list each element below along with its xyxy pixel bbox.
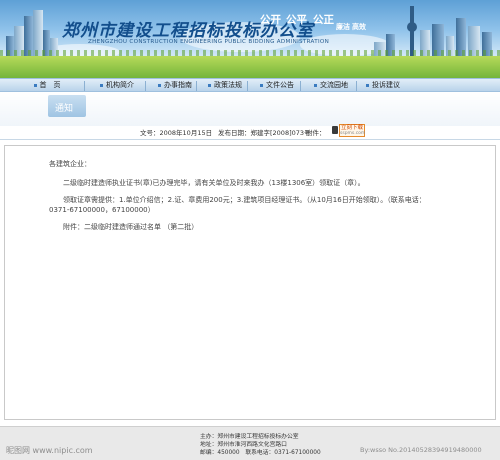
file-icon [332, 126, 338, 134]
slogan-text: 廉洁 [336, 22, 350, 31]
bullet-icon [260, 83, 263, 87]
watermark-right: By:wsso No.20140528394919480000 [360, 446, 482, 454]
site-subtitle: ZHENGZHOU CONSTRUCTION ENGINEERING PUBLI… [88, 39, 330, 45]
nav-divider [356, 81, 357, 91]
slogan-text: 公开 [260, 14, 281, 26]
notice-content: 各建筑企业： 二级临时建造师执业证书(章)已办理完毕，请有关单位及时来我办（13… [4, 145, 496, 420]
nav-divider [247, 81, 248, 91]
grass-decoration [0, 56, 500, 78]
nav-item-forum[interactable]: 交流园地 [306, 80, 356, 91]
tv-tower-illustration [407, 22, 417, 32]
nav-divider [84, 81, 85, 91]
notice-paragraph: 领取证章需提供：1.单位介绍信；2.证、章费用200元；3.建筑项目经理证书。（… [63, 196, 426, 204]
nav-divider [300, 81, 301, 91]
notice-attachment-link[interactable]: 附件：二级临时建造师通过名单 （第二批） [63, 222, 198, 232]
nav-divider [196, 81, 197, 91]
notice-paragraph: 0371-67100000，67100000） [49, 206, 155, 214]
nav-item-label: 首 页 [39, 81, 61, 89]
nav-item-announcements[interactable]: 文件公告 [252, 80, 302, 91]
nav-item-label: 机构简介 [106, 81, 134, 89]
nav-item-complaints[interactable]: 投诉建议 [358, 80, 408, 91]
footer-contact: 邮编：450000 联系电话：0371-67100000 [200, 450, 321, 456]
watermark-left: 昵图网 www.nipic.com [6, 446, 93, 455]
attachment-label: 附件： [306, 129, 326, 137]
nav-item-label: 政策法规 [214, 81, 242, 89]
section-title: 通知 [55, 104, 74, 114]
slogan-text: 公正 [313, 14, 334, 26]
notice-paragraph: 二级临时建造师执业证书(章)已办理完毕，请有关单位及时来我办（13楼1306室）… [63, 179, 365, 187]
bullet-icon [314, 83, 317, 87]
download-url: sspms.com [340, 131, 366, 136]
nav-divider [145, 81, 146, 91]
divider [0, 139, 500, 140]
doc-number: 文号：2008年10月15日 [140, 129, 213, 137]
bullet-icon [366, 83, 369, 87]
nav-item-policy[interactable]: 政策法规 [200, 80, 250, 91]
header-banner: 郑州市建设工程招标投标办公室 ZHENGZHOU CONSTRUCTION EN… [0, 0, 500, 78]
nav-item-label: 文件公告 [266, 81, 294, 89]
nav-item-label: 交流园地 [320, 81, 348, 89]
slogan-text: 高效 [352, 22, 366, 31]
notice-greeting: 各建筑企业： [49, 160, 91, 168]
download-button[interactable]: 立刻下载 sspms.com [339, 124, 365, 137]
nav-item-label: 投诉建议 [372, 81, 400, 89]
bullet-icon [100, 83, 103, 87]
publish-date: 发布日期：郑建字[2008]073号 [218, 129, 311, 137]
nav-item-about[interactable]: 机构简介 [92, 80, 142, 91]
slogan-text: 公平 [286, 14, 307, 26]
bullet-icon [33, 83, 37, 87]
bullet-icon [158, 83, 161, 87]
main-nav: 首 页 机构简介 办事指南 政策法规 文件公告 交流园地 投诉建议 [0, 78, 500, 92]
bullet-icon [208, 83, 211, 87]
nav-item-label: 办事指南 [164, 81, 192, 89]
nav-item-guide[interactable]: 办事指南 [150, 80, 200, 91]
nav-item-home[interactable]: 首 页 [22, 80, 72, 91]
